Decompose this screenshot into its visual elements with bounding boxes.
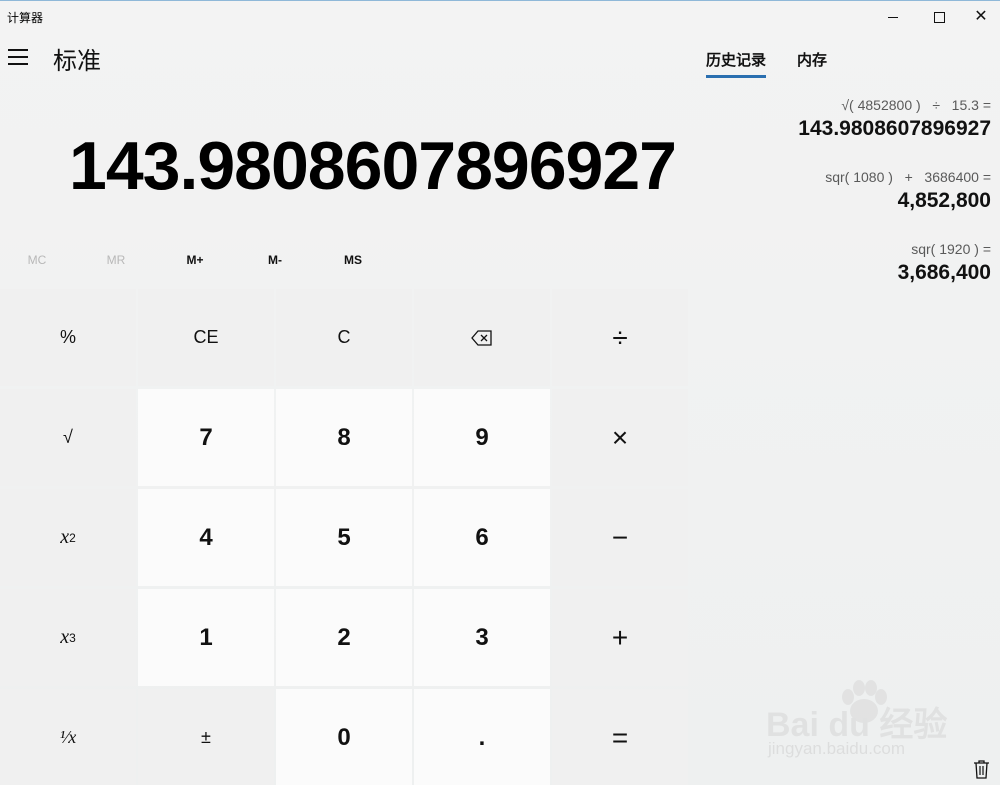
memory-add-button[interactable]: M+ — [165, 253, 225, 267]
digit-9-button[interactable]: 9 — [414, 389, 550, 486]
trash-icon[interactable] — [973, 759, 990, 779]
memory-recall-button[interactable]: MR — [86, 253, 146, 267]
side-panel-tabs: 历史记录 内存 — [706, 49, 827, 78]
maximize-button[interactable] — [916, 1, 962, 33]
history-expression: sqr( 1080 ) + 3686400 = — [825, 169, 991, 185]
minimize-icon — [888, 16, 898, 18]
digit-8-button[interactable]: 8 — [276, 389, 412, 486]
tab-memory[interactable]: 内存 — [797, 49, 827, 78]
maximize-icon — [933, 11, 945, 23]
memory-row: MC MR M+ M- MS — [0, 249, 686, 273]
cube-button[interactable]: x3 — [0, 589, 136, 686]
history-list: √( 4852800 ) ÷ 15.3 = 143.9808607896927 … — [711, 97, 991, 313]
square-base: x — [60, 526, 70, 548]
history-result: 3,686,400 — [897, 261, 991, 284]
equals-button[interactable]: = — [552, 689, 688, 785]
history-result: 143.9808607896927 — [798, 117, 991, 140]
hamburger-icon[interactable] — [8, 49, 28, 65]
digit-4-button[interactable]: 4 — [138, 489, 274, 586]
digit-1-button[interactable]: 1 — [138, 589, 274, 686]
add-button[interactable]: + — [552, 589, 688, 686]
memory-clear-button[interactable]: MC — [7, 253, 67, 267]
cube-exponent: 3 — [69, 630, 76, 645]
memory-store-button[interactable]: MS — [323, 253, 383, 267]
clear-button[interactable]: C — [276, 289, 412, 386]
multiply-button[interactable]: × — [552, 389, 688, 486]
reciprocal-button[interactable]: ¹⁄x — [0, 689, 136, 785]
digit-6-button[interactable]: 6 — [414, 489, 550, 586]
history-item[interactable]: sqr( 1080 ) + 3686400 = 4,852,800 — [711, 169, 991, 213]
history-expression: sqr( 1920 ) = — [911, 241, 991, 257]
history-expression: √( 4852800 ) ÷ 15.3 = — [841, 97, 991, 113]
square-button[interactable]: x2 — [0, 489, 136, 586]
baidu-watermark: Bai du 经验 jingyan.baidu.com — [766, 679, 966, 769]
square-root-button[interactable]: √ — [0, 389, 136, 486]
digit-2-button[interactable]: 2 — [276, 589, 412, 686]
close-button[interactable]: ✕ — [958, 1, 1000, 33]
square-exponent: 2 — [69, 530, 76, 545]
backspace-button[interactable] — [414, 289, 550, 386]
tab-history[interactable]: 历史记录 — [706, 49, 767, 78]
title-bar[interactable]: 计算器 ✕ — [0, 1, 1000, 33]
minimize-button[interactable] — [870, 1, 916, 33]
keypad: % CE C ÷ √ 7 8 9 × x2 4 5 6 − x3 1 2 3 +… — [0, 289, 688, 785]
negate-button[interactable]: ± — [138, 689, 274, 785]
digit-5-button[interactable]: 5 — [276, 489, 412, 586]
history-result: 4,852,800 — [897, 189, 991, 212]
decimal-button[interactable]: . — [414, 689, 550, 785]
app-title: 计算器 — [7, 11, 44, 25]
backspace-icon — [471, 329, 492, 346]
close-icon: ✕ — [974, 8, 988, 25]
clear-entry-button[interactable]: CE — [138, 289, 274, 386]
divide-button[interactable]: ÷ — [552, 289, 688, 386]
digit-0-button[interactable]: 0 — [276, 689, 412, 785]
memory-subtract-button[interactable]: M- — [245, 253, 305, 267]
watermark-url: jingyan.baidu.com — [768, 739, 906, 758]
history-item[interactable]: √( 4852800 ) ÷ 15.3 = 143.9808607896927 — [711, 97, 991, 141]
cube-base: x — [60, 626, 70, 648]
mode-title: 标准 — [53, 48, 101, 75]
percent-button[interactable]: % — [0, 289, 136, 386]
result-display: 143.9808607896927 — [69, 128, 677, 204]
calculator-window: 计算器 ✕ 标准 143.9808607896927 MC MR M+ M- M… — [0, 0, 1000, 785]
digit-7-button[interactable]: 7 — [138, 389, 274, 486]
digit-3-button[interactable]: 3 — [414, 589, 550, 686]
history-item[interactable]: sqr( 1920 ) = 3,686,400 — [711, 241, 991, 285]
subtract-button[interactable]: − — [552, 489, 688, 586]
